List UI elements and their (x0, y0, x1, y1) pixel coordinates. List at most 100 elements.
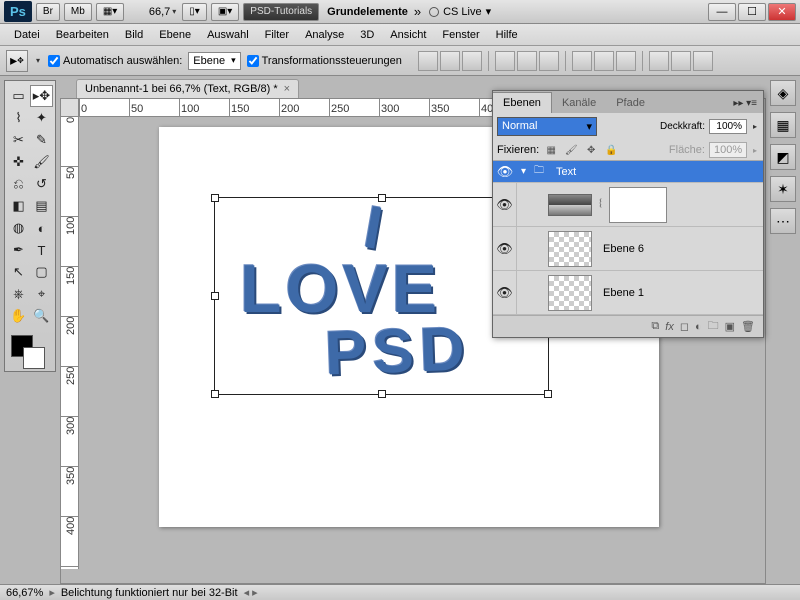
title-zoom[interactable]: 66,7 (130, 6, 170, 18)
layer-name[interactable]: Ebene 1 (595, 287, 644, 299)
fx-icon[interactable]: fx (665, 321, 674, 333)
auto-select-checkbox[interactable]: Automatisch auswählen: (48, 55, 182, 67)
tab-kanaele[interactable]: Kanäle (552, 93, 606, 113)
layer-folder-text[interactable]: 👁 ▾ 🗀 Text (493, 161, 763, 183)
group-icon[interactable]: 🗀 (708, 317, 719, 336)
align-btn[interactable] (539, 51, 559, 71)
3d-camera-tool[interactable]: ⌖ (30, 283, 53, 305)
move-tool[interactable]: ▸✥ (30, 85, 53, 107)
tab-pfade[interactable]: Pfade (606, 93, 655, 113)
shape-tool[interactable]: ▢ (30, 261, 53, 283)
align-btn[interactable] (440, 51, 460, 71)
layer-name[interactable]: Text (548, 166, 576, 178)
fill-arrow-icon[interactable]: ▸ (753, 146, 757, 155)
panel-menu-icon[interactable]: ▸▸ ▾≡ (727, 94, 763, 113)
dock-tools-icon[interactable]: ✶ (770, 176, 796, 202)
type-tool[interactable]: T (30, 239, 53, 261)
maximize-button[interactable]: ☐ (738, 3, 766, 21)
background-color[interactable] (23, 347, 45, 369)
layer-mask-thumb[interactable] (609, 187, 667, 223)
doc-tab[interactable]: Unbenannt-1 bei 66,7% (Text, RGB/8) *× (76, 79, 299, 98)
dist-btn[interactable] (693, 51, 713, 71)
layer-thumb-gradient[interactable] (548, 194, 592, 216)
align-btn[interactable] (462, 51, 482, 71)
pen-tool[interactable]: ✒ (7, 239, 30, 261)
lock-transparency-icon[interactable]: ▦ (543, 142, 559, 158)
tab-close-icon[interactable]: × (284, 83, 290, 95)
ruler-vertical[interactable]: 050100150200250300350400 (61, 117, 79, 569)
new-layer-icon[interactable]: ▣ (725, 320, 735, 333)
lock-all-icon[interactable]: 🔒 (603, 142, 619, 158)
menu-3d[interactable]: 3D (352, 26, 382, 44)
minimize-button[interactable]: — (708, 3, 736, 21)
visibility-icon[interactable]: 👁 (493, 227, 517, 270)
zoom-tool[interactable]: 🔍 (30, 305, 53, 327)
workspace-label[interactable]: Grundelemente (327, 6, 408, 18)
crop-tool[interactable]: ✂ (7, 129, 30, 151)
handle-tl[interactable] (211, 194, 219, 202)
handle-br[interactable] (544, 390, 552, 398)
align-btn[interactable] (517, 51, 537, 71)
align-btn[interactable] (418, 51, 438, 71)
cs-live[interactable]: CS Live▾ (429, 5, 491, 18)
dock-extra-icon[interactable]: ⋯ (770, 208, 796, 234)
layer-thumb[interactable] (548, 275, 592, 311)
opacity-arrow-icon[interactable]: ▸ (753, 122, 757, 131)
dist-btn[interactable] (616, 51, 636, 71)
menu-auswahl[interactable]: Auswahl (199, 26, 257, 44)
close-button[interactable]: ✕ (768, 3, 796, 21)
visibility-icon[interactable]: 👁 (493, 161, 517, 182)
menu-ansicht[interactable]: Ansicht (382, 26, 434, 44)
lock-move-icon[interactable]: ✥ (583, 142, 599, 158)
marquee-tool[interactable]: ▭ (7, 85, 30, 107)
blend-mode-dropdown[interactable]: Normal (497, 117, 597, 136)
handle-bm[interactable] (378, 390, 386, 398)
chevron-right-icon[interactable]: » (414, 4, 421, 19)
dodge-tool[interactable]: ◐ (30, 217, 53, 239)
folder-arrow-icon[interactable]: ▾ (521, 166, 526, 177)
zoom-dropdown-icon[interactable]: ▾ (172, 7, 176, 16)
workspace-button[interactable]: PSD-Tutorials (243, 3, 319, 21)
move-tool-icon[interactable]: ▸✥ (6, 50, 28, 72)
dist-btn[interactable] (649, 51, 669, 71)
layers-panel[interactable]: Ebenen Kanäle Pfade ▸▸ ▾≡ Normal Deckkra… (492, 90, 764, 338)
3d-tool[interactable]: ⎈ (7, 283, 30, 305)
blur-tool[interactable]: ◍ (7, 217, 30, 239)
wand-tool[interactable]: ✦ (30, 107, 53, 129)
visibility-icon[interactable]: 👁 (493, 271, 517, 314)
menu-fenster[interactable]: Fenster (434, 26, 487, 44)
hand-tool[interactable]: ✋ (7, 305, 30, 327)
lock-paint-icon[interactable]: 🖌 (563, 142, 579, 158)
layer-ebene1[interactable]: 👁 Ebene 1 (493, 271, 763, 315)
fill-input[interactable]: 100% (709, 142, 747, 158)
layer-ebene6[interactable]: 👁 Ebene 6 (493, 227, 763, 271)
menu-hilfe[interactable]: Hilfe (488, 26, 526, 44)
lasso-tool[interactable]: ⌇ (7, 107, 30, 129)
menu-bearbeiten[interactable]: Bearbeiten (48, 26, 117, 44)
tool-preset-icon[interactable]: ▾ (36, 56, 40, 65)
dist-btn[interactable] (572, 51, 592, 71)
menu-bild[interactable]: Bild (117, 26, 151, 44)
handle-ml[interactable] (211, 292, 219, 300)
gradient-tool[interactable]: ▤ (30, 195, 53, 217)
layer-name[interactable]: Ebene 6 (595, 243, 644, 255)
path-tool[interactable]: ↖ (7, 261, 30, 283)
auto-select-dropdown[interactable]: Ebene (188, 52, 240, 70)
eyedropper-tool[interactable]: ✎ (30, 129, 53, 151)
dist-btn[interactable] (594, 51, 614, 71)
heal-tool[interactable]: ✜ (7, 151, 30, 173)
opacity-input[interactable]: 100% (709, 119, 747, 134)
dock-layers-icon[interactable]: ◈ (770, 80, 796, 106)
menu-ebene[interactable]: Ebene (151, 26, 199, 44)
link-icon[interactable]: 𝄔 (599, 198, 602, 211)
stamp-tool[interactable]: ⎌ (7, 173, 30, 195)
history-brush-tool[interactable]: ↺ (30, 173, 53, 195)
handle-bl[interactable] (211, 390, 219, 398)
arrange-button[interactable]: ▯▾ (182, 3, 207, 21)
menu-datei[interactable]: Datei (6, 26, 48, 44)
dock-adjust-icon[interactable]: ◩ (770, 144, 796, 170)
trash-icon[interactable]: 🗑 (741, 320, 755, 333)
tab-ebenen[interactable]: Ebenen (493, 92, 552, 113)
minibridge-button[interactable]: Mb (64, 3, 92, 21)
menu-analyse[interactable]: Analyse (297, 26, 352, 44)
